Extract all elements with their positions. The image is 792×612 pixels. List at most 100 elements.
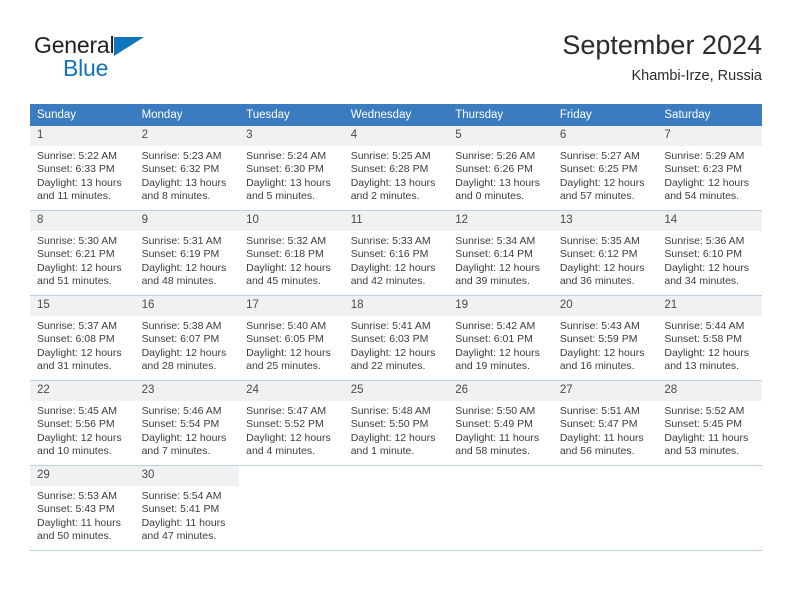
sunrise-text: Sunrise: 5:37 AM (37, 320, 117, 332)
calendar-day-cell[interactable]: 4 Sunrise: 5:25 AM Sunset: 6:28 PM Daylight… (343, 126, 449, 211)
calendar-day-cell[interactable]: 12 Sunrise: 5:34 AM Sunset: 6:14 PM Dayligh… (448, 210, 553, 296)
calendar-day-cell[interactable]: 2 Sunrise: 5:23 AM Sunset: 6:32 PM Daylight… (134, 126, 240, 211)
calendar-day-cell[interactable]: 22 Sunrise: 5:45 AM Sunset: 5:56 PM Dayligh… (30, 380, 135, 466)
sunset-text: Sunset: 5:41 PM (141, 503, 220, 516)
calendar-day-cell[interactable]: 25 Sunrise: 5:48 AM Sunset: 5:50 PM Dayligh… (343, 380, 449, 466)
sunset-text: Sunset: 5:52 PM (246, 418, 324, 431)
day-number: 7 (657, 126, 762, 146)
day-number: 19 (448, 296, 553, 316)
sunset-text: Sunset: 6:26 PM (455, 163, 533, 176)
daylight-text: Daylight: 13 hours and 8 minutes. (141, 176, 227, 203)
day-number: 26 (448, 381, 553, 401)
sunrise-text: Sunrise: 5:53 AM (37, 490, 117, 502)
day-number (657, 466, 762, 486)
daylight-text: Daylight: 12 hours and 28 minutes. (141, 346, 227, 373)
daylight-text: Daylight: 12 hours and 25 minutes. (246, 346, 331, 373)
calendar-day-cell[interactable]: 8 Sunrise: 5:30 AM Sunset: 6:21 PM Daylight… (30, 210, 135, 296)
daylight-text: Daylight: 12 hours and 31 minutes. (37, 346, 122, 373)
daylight-text: Daylight: 11 hours and 56 minutes. (559, 431, 644, 458)
day-number: 10 (239, 211, 344, 231)
day-sun-info: Sunrise: 5:35 AM Sunset: 6:12 PM Daylight:… (553, 231, 658, 289)
general-blue-logo[interactable]: General Blue (34, 32, 164, 86)
calendar-day-cell[interactable]: 11 Sunrise: 5:33 AM Sunset: 6:16 PM Dayligh… (343, 210, 449, 296)
day-number (553, 466, 658, 486)
calendar-day-cell[interactable]: 5 Sunrise: 5:26 AM Sunset: 6:26 PM Daylight… (448, 126, 553, 211)
sunrise-text: Sunrise: 5:34 AM (455, 235, 536, 247)
calendar-day-cell[interactable]: 13 Sunrise: 5:35 AM Sunset: 6:12 PM Dayligh… (552, 210, 658, 296)
sunrise-text: Sunrise: 5:41 AM (350, 320, 431, 332)
sunrise-text: Sunrise: 5:27 AM (559, 150, 640, 162)
calendar-day-cell-empty (343, 465, 449, 551)
calendar-day-cell[interactable]: 29 Sunrise: 5:53 AM Sunset: 5:43 PM Dayligh… (30, 465, 135, 551)
calendar-day-cell[interactable]: 9 Sunrise: 5:31 AM Sunset: 6:19 PM Daylight… (134, 210, 240, 296)
sunset-text: Sunset: 6:03 PM (350, 333, 429, 346)
day-number: 11 (343, 211, 449, 231)
sunrise-text: Sunrise: 5:48 AM (350, 405, 431, 417)
sunset-text: Sunset: 6:21 PM (37, 248, 115, 261)
sunset-text: Sunset: 6:30 PM (246, 163, 324, 176)
daylight-text: Daylight: 11 hours and 47 minutes. (141, 516, 226, 543)
title-block: September 2024 Khambi-Irze, Russia (562, 28, 762, 86)
calendar-day-cell[interactable]: 30 Sunrise: 5:54 AM Sunset: 5:41 PM Dayligh… (134, 465, 240, 551)
sunset-text: Sunset: 6:05 PM (246, 333, 324, 346)
calendar-day-cell[interactable]: 14 Sunrise: 5:36 AM Sunset: 6:10 PM Dayligh… (657, 210, 762, 296)
day-number: 13 (552, 211, 658, 231)
weekday-header-tuesday: Tuesday (239, 104, 344, 126)
day-number (239, 466, 344, 486)
daylight-text: Daylight: 12 hours and 16 minutes. (559, 346, 645, 373)
sunset-text: Sunset: 6:01 PM (455, 333, 533, 346)
sunset-text: Sunset: 6:32 PM (141, 163, 220, 176)
sunset-text: Sunset: 6:28 PM (350, 163, 429, 176)
day-sun-info: Sunrise: 5:31 AM Sunset: 6:19 PM Daylight:… (135, 231, 240, 289)
daylight-text: Daylight: 13 hours and 5 minutes. (246, 176, 331, 203)
calendar-day-cell[interactable]: 7 Sunrise: 5:29 AM Sunset: 6:23 PM Daylight… (657, 126, 762, 211)
sunrise-text: Sunrise: 5:50 AM (455, 405, 536, 417)
day-sun-info: Sunrise: 5:26 AM Sunset: 6:26 PM Daylight:… (448, 146, 553, 204)
calendar-day-cell[interactable]: 23 Sunrise: 5:46 AM Sunset: 5:54 PM Dayligh… (134, 380, 240, 466)
day-number: 1 (30, 126, 135, 146)
calendar-day-cell-empty (657, 465, 762, 551)
sunset-text: Sunset: 5:58 PM (664, 333, 743, 346)
page-header: General Blue September 2024 Khambi-Irze,… (30, 28, 762, 94)
calendar-day-cell[interactable]: 10 Sunrise: 5:32 AM Sunset: 6:18 PM Dayligh… (239, 210, 344, 296)
calendar-day-cell[interactable]: 1 Sunrise: 5:22 AM Sunset: 6:33 PM Daylight… (30, 126, 135, 211)
calendar-day-cell[interactable]: 16 Sunrise: 5:38 AM Sunset: 6:07 PM Dayligh… (134, 295, 240, 381)
daylight-text: Daylight: 12 hours and 57 minutes. (559, 176, 645, 203)
calendar-day-cell[interactable]: 15 Sunrise: 5:37 AM Sunset: 6:08 PM Dayligh… (30, 295, 135, 381)
calendar-day-cell[interactable]: 6 Sunrise: 5:27 AM Sunset: 6:25 PM Daylight… (552, 126, 658, 211)
daylight-text: Daylight: 12 hours and 51 minutes. (37, 261, 122, 288)
sunset-text: Sunset: 6:18 PM (246, 248, 324, 261)
sunrise-text: Sunrise: 5:35 AM (559, 235, 640, 247)
sunset-text: Sunset: 5:50 PM (350, 418, 429, 431)
calendar-day-cell[interactable]: 27 Sunrise: 5:51 AM Sunset: 5:47 PM Dayligh… (552, 380, 658, 466)
calendar-day-cell[interactable]: 3 Sunrise: 5:24 AM Sunset: 6:30 PM Daylight… (239, 126, 344, 211)
day-sun-info: Sunrise: 5:30 AM Sunset: 6:21 PM Daylight:… (30, 231, 135, 289)
day-number: 12 (448, 211, 553, 231)
day-number: 24 (239, 381, 344, 401)
calendar-table: Sunday Monday Tuesday Wednesday Thursday… (30, 104, 762, 551)
day-number: 23 (134, 381, 240, 401)
calendar-header-row: Sunday Monday Tuesday Wednesday Thursday… (30, 104, 762, 126)
day-sun-info: Sunrise: 5:40 AM Sunset: 6:05 PM Daylight:… (239, 316, 344, 374)
calendar-day-cell[interactable]: 28 Sunrise: 5:52 AM Sunset: 5:45 PM Dayligh… (657, 380, 762, 466)
sunset-text: Sunset: 6:16 PM (350, 248, 429, 261)
day-sun-info: Sunrise: 5:54 AM Sunset: 5:41 PM Daylight:… (135, 486, 240, 544)
weekday-header-thursday: Thursday (448, 104, 553, 126)
day-sun-info: Sunrise: 5:51 AM Sunset: 5:47 PM Daylight:… (553, 401, 658, 459)
calendar-day-cell[interactable]: 24 Sunrise: 5:47 AM Sunset: 5:52 PM Dayligh… (239, 380, 344, 466)
day-sun-info: Sunrise: 5:27 AM Sunset: 6:25 PM Daylight:… (553, 146, 658, 204)
calendar-day-cell[interactable]: 20 Sunrise: 5:43 AM Sunset: 5:59 PM Dayligh… (552, 295, 658, 381)
weekday-header-wednesday: Wednesday (343, 104, 449, 126)
day-number: 16 (134, 296, 240, 316)
calendar-day-cell[interactable]: 17 Sunrise: 5:40 AM Sunset: 6:05 PM Dayligh… (239, 295, 344, 381)
page-title: September 2024 (562, 30, 762, 60)
logo-text-blue: Blue (63, 55, 109, 81)
day-number: 4 (343, 126, 449, 146)
calendar-day-cell[interactable]: 19 Sunrise: 5:42 AM Sunset: 6:01 PM Dayligh… (448, 295, 553, 381)
sunrise-text: Sunrise: 5:33 AM (350, 235, 431, 247)
sunrise-text: Sunrise: 5:45 AM (37, 405, 117, 417)
day-number: 20 (552, 296, 658, 316)
calendar-day-cell[interactable]: 18 Sunrise: 5:41 AM Sunset: 6:03 PM Dayligh… (343, 295, 449, 381)
calendar-day-cell[interactable]: 26 Sunrise: 5:50 AM Sunset: 5:49 PM Dayligh… (448, 380, 553, 466)
calendar-day-cell[interactable]: 21 Sunrise: 5:44 AM Sunset: 5:58 PM Dayligh… (657, 295, 762, 381)
